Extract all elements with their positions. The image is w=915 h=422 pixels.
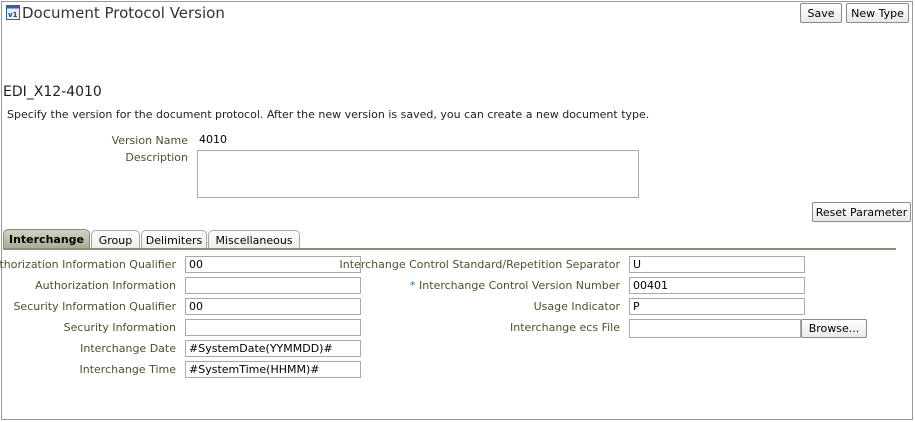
required-marker: * <box>410 279 416 292</box>
security-information-qualifier-input[interactable]: 00 <box>185 298 361 315</box>
tab-delimiters[interactable]: Delimiters <box>141 230 207 249</box>
reset-parameter-button[interactable]: Reset Parameter <box>812 202 911 222</box>
description-label: Description <box>125 151 188 164</box>
interchange-time-label: Interchange Time <box>79 363 176 376</box>
interchange-control-standard-input[interactable]: U <box>629 256 805 273</box>
authorization-information-label: Authorization Information <box>35 279 176 292</box>
new-type-button[interactable]: New Type <box>846 3 909 23</box>
instructions-text: Specify the version for the document pro… <box>7 108 650 121</box>
interchange-control-standard-label: Interchange Control Standard/Repetition … <box>339 258 620 271</box>
security-information-input[interactable] <box>185 319 361 336</box>
page-title: Document Protocol Version <box>22 4 225 22</box>
tab-interchange[interactable]: Interchange <box>3 229 90 249</box>
interchange-ecs-file-input[interactable] <box>629 319 801 338</box>
security-information-label: Security Information <box>63 321 176 334</box>
authorization-information-qualifier-label: Authorization Information Qualifier <box>0 258 176 271</box>
authorization-information-input[interactable] <box>185 277 361 294</box>
interchange-control-version-number-label: * Interchange Control Version Number <box>410 279 620 292</box>
tab-miscellaneous[interactable]: Miscellaneous <box>208 230 300 249</box>
interchange-ecs-file-label: Interchange ecs File <box>509 321 620 334</box>
interchange-time-input[interactable]: #SystemTime(HHMM)# <box>185 361 361 378</box>
usage-indicator-label: Usage Indicator <box>533 300 620 313</box>
browse-button[interactable]: Browse... <box>801 319 867 338</box>
interchange-control-version-number-label-text: Interchange Control Version Number <box>419 279 620 292</box>
document-version-icon: v1 <box>6 5 20 20</box>
usage-indicator-input[interactable]: P <box>629 298 805 315</box>
interchange-date-label: Interchange Date <box>80 342 176 355</box>
svg-text:v1: v1 <box>8 11 18 19</box>
interchange-date-input[interactable]: #SystemDate(YYMMDD)# <box>185 340 361 357</box>
version-name-value: 4010 <box>199 133 227 146</box>
save-button[interactable]: Save <box>800 3 842 23</box>
interchange-control-version-number-input[interactable]: 00401 <box>629 277 805 294</box>
page-frame <box>1 1 913 420</box>
authorization-information-qualifier-input[interactable]: 00 <box>185 256 361 273</box>
description-textarea[interactable] <box>197 150 639 198</box>
tab-strip-divider <box>3 248 896 250</box>
security-information-qualifier-label: Security Information Qualifier <box>13 300 176 313</box>
tab-group[interactable]: Group <box>91 230 140 249</box>
protocol-version-heading: EDI_X12-4010 <box>3 84 102 100</box>
version-name-label: Version Name <box>111 134 188 147</box>
